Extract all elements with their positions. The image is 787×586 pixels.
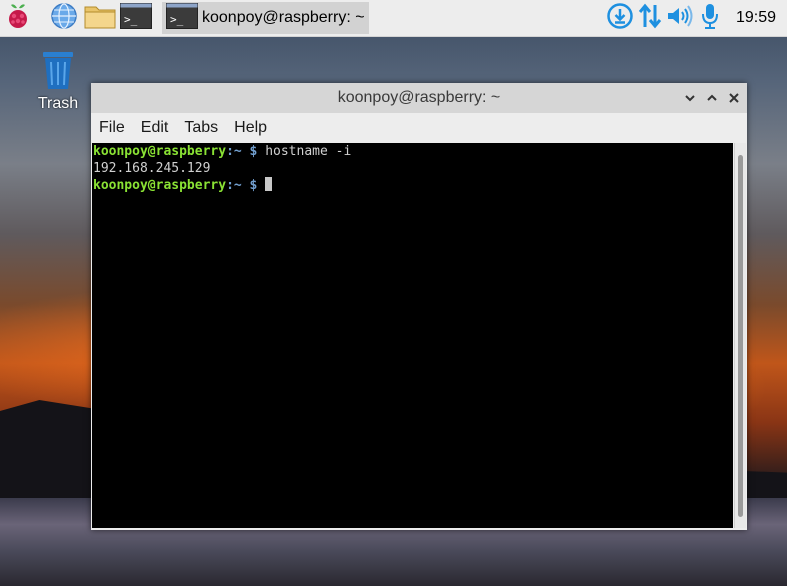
trash-icon [41,52,75,94]
desktop-trash[interactable]: Trash [28,50,88,113]
terminal-scrollbar[interactable] [734,143,746,528]
menu-edit[interactable]: Edit [133,119,177,137]
prompt-path: :~ [226,178,242,193]
microphone-button[interactable] [695,0,725,36]
close-button[interactable] [725,89,743,107]
terminal-line: 192.168.245.129 [93,160,211,176]
updater-button[interactable] [605,0,635,36]
scrollbar-thumb[interactable] [738,155,743,517]
volume-icon [666,4,694,32]
volume-button[interactable] [665,0,695,36]
top-panel: >_ >_ koonpoy@raspberry: ~ 19:59 [0,0,787,37]
window-controls [681,83,743,113]
chevron-up-icon [707,94,717,101]
taskbar-task-label: koonpoy@raspberry: ~ [202,9,365,26]
prompt-user: koonpoy@raspberry [93,144,227,159]
prompt-symbol: $ [241,144,266,159]
terminal-icon: >_ [166,2,198,34]
command-text: hostname -i [265,144,352,159]
menu-help[interactable]: Help [226,119,275,137]
menu-file[interactable]: File [91,119,133,137]
terminal-line: koonpoy@raspberry:~ $ [93,177,733,195]
minimize-button[interactable] [681,89,699,107]
system-tray: 19:59 [605,0,787,36]
terminal-window: koonpoy@raspberry: ~ File Edit Tabs Help… [91,83,747,530]
terminal-launcher-button[interactable]: >_ [118,0,154,36]
network-button[interactable] [635,0,665,36]
network-icon [638,3,662,34]
svg-text:>_: >_ [124,13,138,26]
menu-bar: File Edit Tabs Help [91,113,747,143]
text-cursor [265,177,273,191]
microphone-icon [700,2,720,35]
web-browser-button[interactable] [46,0,82,36]
terminal-output[interactable]: koonpoy@raspberry:~ $ hostname -i 192.168… [92,143,733,528]
raspberry-menu-icon [5,2,31,35]
clock[interactable]: 19:59 [725,9,787,27]
window-title: koonpoy@raspberry: ~ [337,89,501,106]
maximize-button[interactable] [703,89,721,107]
menu-tabs[interactable]: Tabs [176,119,226,137]
prompt-user: koonpoy@raspberry [93,178,227,193]
prompt-path: :~ [226,144,242,159]
download-icon [607,2,633,34]
file-manager-icon [84,3,116,34]
terminal-icon: >_ [120,2,152,34]
web-browser-icon [50,2,78,35]
taskbar-terminal-task[interactable]: >_ koonpoy@raspberry: ~ [162,2,369,34]
trash-label: Trash [37,95,79,112]
raspberry-menu-button[interactable] [0,0,36,36]
prompt-symbol: $ [241,178,266,193]
file-manager-button[interactable] [82,0,118,36]
window-titlebar[interactable]: koonpoy@raspberry: ~ [91,83,747,113]
close-icon [729,93,739,103]
svg-text:>_: >_ [170,13,184,26]
chevron-down-icon [685,95,695,102]
terminal-line: koonpoy@raspberry:~ $ hostname -i [93,144,733,161]
